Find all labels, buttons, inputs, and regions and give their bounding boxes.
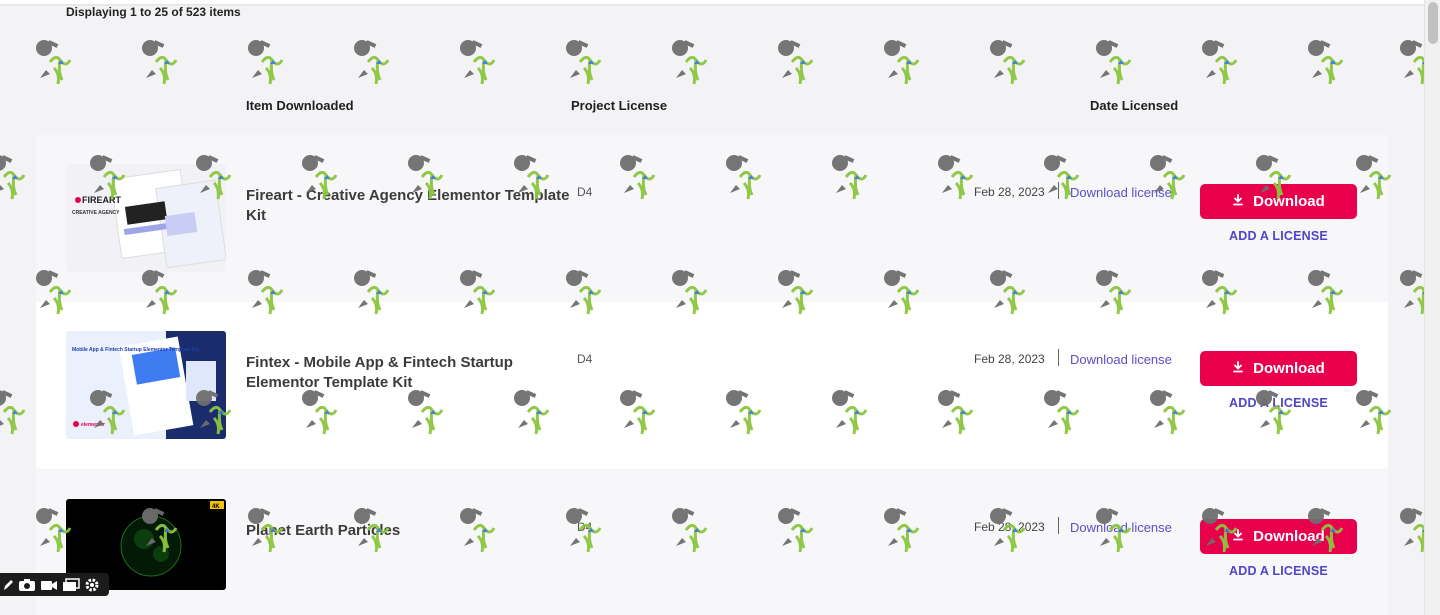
divider [1058,182,1059,199]
item-title[interactable]: Fintex - Mobile App & Fintech Startup El… [246,353,576,393]
download-license-link[interactable]: Download license [1070,185,1172,200]
date-licensed: Feb 28, 2023 [974,352,1045,366]
top-bar [0,0,1424,4]
thumb-logo-text: FIREART [82,195,121,205]
add-license-link[interactable]: ADD A LICENSE [1200,396,1357,410]
pen-icon[interactable] [2,578,14,592]
download-icon [1232,528,1244,545]
results-count: Displaying 1 to 25 of 523 items [66,5,241,19]
column-header-license: Project License [571,98,668,113]
table-row: FIREART CREATIVE AGENCY Fireart - Creati… [36,135,1388,302]
thumb-badge-text: 4K [212,504,220,510]
table-row: 4K Planet Earth Particles D4 Feb 28, 202… [36,470,1388,615]
project-license: D4 [577,352,593,366]
download-button[interactable]: Download [1200,184,1357,219]
add-license-link[interactable]: ADD A LICENSE [1200,564,1357,578]
download-license-link[interactable]: Download license [1070,520,1172,535]
gear-icon[interactable] [84,577,100,593]
download-icon [1232,193,1244,210]
download-button-label: Download [1253,528,1325,545]
divider [1058,349,1059,366]
windows-icon[interactable] [62,577,80,592]
project-license: D4 [577,520,593,534]
column-header-item: Item Downloaded [246,98,354,113]
column-header-date: Date Licensed [1090,98,1179,113]
item-title[interactable]: Planet Earth Particles [246,521,576,541]
camera-icon[interactable] [18,578,36,592]
add-license-link[interactable]: ADD A LICENSE [1200,229,1357,243]
download-button[interactable]: Download [1200,519,1357,554]
date-licensed: Feb 28, 2023 [974,185,1045,199]
date-licensed: Feb 28, 2023 [974,520,1045,534]
item-thumbnail-fintex[interactable]: Mobile App & Fintech Startup Elementor T… [66,331,226,439]
thumb-logo-subtext: CREATIVE AGENCY [72,210,120,216]
download-license-link[interactable]: Download license [1070,352,1172,367]
item-thumbnail-fireart[interactable]: FIREART CREATIVE AGENCY [66,164,226,272]
capture-toolbar [0,573,109,596]
divider [1058,517,1059,534]
thumb-brand-text: elementor [81,422,105,428]
download-button[interactable]: Download [1200,351,1357,386]
download-button-label: Download [1253,360,1325,377]
scrollbar-thumb[interactable] [1428,2,1438,44]
table-row: Mobile App & Fintech Startup Elementor T… [36,302,1388,469]
item-title[interactable]: Fireart - Creative Agency Elementor Temp… [246,186,576,226]
vertical-scrollbar[interactable] [1424,0,1440,615]
video-icon[interactable] [40,578,58,592]
download-icon [1232,360,1244,377]
download-button-label: Download [1253,193,1325,210]
project-license: D4 [577,185,593,199]
thumb-heading-text: Mobile App & Fintech Startup Elementor T… [72,347,199,353]
